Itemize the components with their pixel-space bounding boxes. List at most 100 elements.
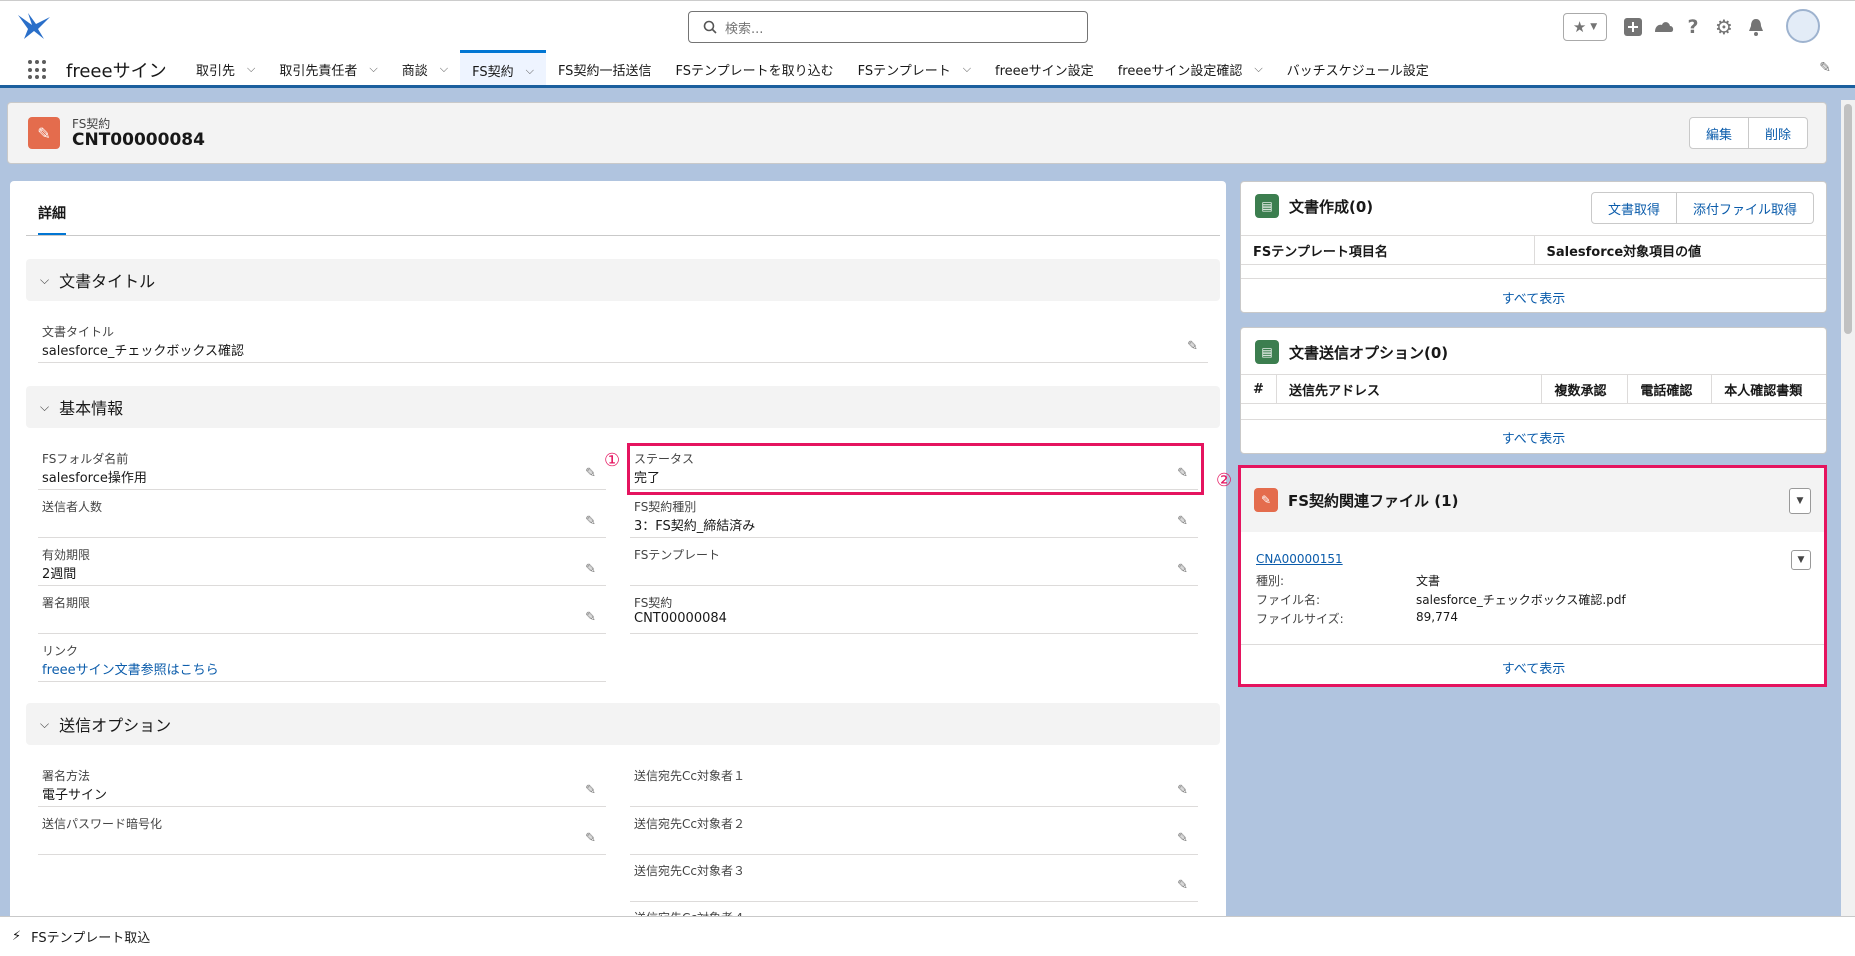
nav-item-settings-check[interactable]: freeeサイン設定確認 ⌵ [1106, 50, 1275, 88]
app-navigation: freeeサイン 取引先 ⌵ 取引先責任者 ⌵ 商談 ⌵ FS契約 ⌵ FS契約一括送信… [0, 50, 1855, 88]
field-template: FSテンプレート ✎ [630, 542, 1198, 586]
divider [1241, 419, 1826, 420]
column-header[interactable]: FSテンプレート項目名 [1241, 236, 1535, 264]
freee-sign-doc-link[interactable]: freeeサイン文書参照はこちら [42, 659, 219, 678]
nav-tabs: 取引先 ⌵ 取引先責任者 ⌵ 商談 ⌵ FS契約 ⌵ FS契約一括送信 FSテンプレート… [184, 50, 1441, 88]
edit-button[interactable]: 編集 [1688, 117, 1749, 149]
column-header[interactable]: Salesforce対象項目の値 [1535, 236, 1827, 264]
column-header[interactable]: # [1241, 375, 1277, 403]
field-label: 署名期限 [42, 596, 91, 610]
user-avatar[interactable] [1786, 9, 1820, 43]
chevron-down-icon[interactable]: ⌵ [247, 62, 255, 76]
global-actions-plus-icon[interactable] [1622, 13, 1644, 41]
field-label: リンク [42, 644, 79, 658]
pencil-icon[interactable]: ✎ [1187, 339, 1198, 354]
nav-item-label: 取引先 [196, 63, 236, 79]
scrollbar-thumb[interactable] [1844, 104, 1852, 334]
section-basic-info[interactable]: ⌵ 基本情報 [26, 386, 1220, 428]
nav-item-opportunities[interactable]: 商談 ⌵ [390, 50, 460, 88]
divider [1241, 278, 1826, 279]
trailhead-icon[interactable] [1652, 13, 1676, 41]
get-attachment-button[interactable]: 添付ファイル取得 [1676, 192, 1814, 224]
section-label: 文書タイトル [59, 272, 156, 291]
field-value: CNT00000084 [634, 611, 727, 626]
section-send-options[interactable]: ⌵ 送信オプション [26, 703, 1220, 745]
document-icon: ▤ [1255, 194, 1279, 218]
pencil-icon[interactable]: ✎ [585, 783, 596, 798]
chevron-down-icon[interactable]: ⌵ [526, 64, 534, 78]
view-all-link[interactable]: すべて表示 [1241, 288, 1826, 307]
help-question-icon[interactable]: ? [1683, 13, 1703, 41]
field-label: 文書タイトル [42, 325, 115, 339]
nav-item-contacts[interactable]: 取引先責任者 ⌵ [267, 50, 389, 88]
global-header: 検索... ★ ▼ ? ⚙ [0, 0, 1855, 50]
pencil-icon[interactable]: ✎ [585, 831, 596, 846]
field-cc2: 送信宛先Cc対象者２ ✎ [630, 811, 1198, 855]
global-search-input[interactable]: 検索... [688, 11, 1088, 43]
pencil-icon[interactable]: ✎ [1177, 831, 1188, 846]
nav-item-label: FSテンプレートを取り込む [675, 63, 834, 79]
search-placeholder: 検索... [725, 21, 764, 37]
utility-item-template-import[interactable]: FSテンプレート取込 [31, 927, 150, 946]
column-header[interactable]: 複数承認 [1542, 375, 1629, 403]
pencil-icon[interactable]: ✎ [1177, 514, 1188, 529]
chevron-down-icon[interactable]: ⌵ [440, 62, 448, 76]
field-value: salesforce_チェックボックス確認 [42, 344, 244, 359]
get-document-button[interactable]: 文書取得 [1590, 192, 1677, 224]
pencil-icon[interactable]: ✎ [585, 562, 596, 577]
field-folder: FSフォルダ名前 salesforce操作用 ✎ [38, 446, 606, 490]
app-name: freeeサイン [66, 61, 167, 82]
doc-create-table-header: FSテンプレート項目名 Salesforce対象項目の値 [1241, 235, 1826, 265]
pencil-icon[interactable]: ✎ [1177, 562, 1188, 577]
column-header[interactable]: 送信先アドレス [1277, 375, 1543, 403]
tab-detail[interactable]: 詳細 [38, 203, 66, 236]
doc-create-actions: 文書取得 添付ファイル取得 [1590, 192, 1814, 224]
nav-item-fs-template[interactable]: FSテンプレート ⌵ [846, 50, 983, 88]
pencil-icon[interactable]: ✎ [1177, 783, 1188, 798]
chevron-down-icon[interactable]: ⌵ [369, 62, 377, 76]
pencil-icon[interactable]: ✎ [1177, 878, 1188, 893]
search-icon [703, 20, 717, 34]
app-launcher-icon[interactable] [28, 60, 48, 80]
nav-item-import-template[interactable]: FSテンプレートを取り込む [663, 50, 845, 88]
nav-item-bulk-send[interactable]: FS契約一括送信 [546, 50, 664, 88]
column-header[interactable]: 本人確認書類 [1712, 375, 1826, 403]
field-label: 有効期限 [42, 548, 91, 562]
nav-item-label: freeeサイン設定確認 [1117, 63, 1243, 79]
notification-bell-icon[interactable] [1745, 13, 1767, 41]
detail-panel: 詳細 ⌵ 文書タイトル 文書タイトル salesforce_チェックボックス確認 … [10, 181, 1226, 956]
setup-gear-icon[interactable]: ⚙ [1713, 13, 1735, 41]
chevron-down-icon[interactable]: ⌵ [1254, 62, 1262, 76]
section-label: 送信オプション [59, 716, 172, 735]
page-scrollbar[interactable] [1841, 100, 1855, 916]
column-header[interactable]: 電話確認 [1628, 375, 1713, 403]
nav-item-label: バッチスケジュール設定 [1286, 63, 1429, 79]
annotation-marker-2: ② [1216, 470, 1233, 491]
section-doc-title[interactable]: ⌵ 文書タイトル [26, 259, 1220, 301]
highlight-box-status [627, 443, 1204, 495]
view-all-link[interactable]: すべて表示 [1241, 428, 1826, 447]
delete-button[interactable]: 削除 [1748, 117, 1808, 149]
cloud-bird-logo-icon[interactable] [14, 9, 54, 43]
field-value: 電子サイン [42, 788, 108, 803]
tab-divider [26, 235, 1220, 236]
field-doc-title: 文書タイトル salesforce_チェックボックス確認 ✎ [38, 319, 1208, 363]
nav-item-label: FS契約 [472, 65, 514, 80]
favorites-star-icon[interactable]: ★ ▼ [1563, 13, 1607, 41]
chevron-down-icon[interactable]: ⌵ [963, 62, 971, 76]
field-sign-method: 署名方法 電子サイン ✎ [38, 763, 606, 807]
edit-nav-pencil-icon[interactable]: ✎ [1819, 60, 1831, 76]
send-options-card: ▤ 文書送信オプション(0) # 送信先アドレス 複数承認 電話確認 本人確認書… [1240, 327, 1827, 454]
pencil-icon[interactable]: ✎ [585, 514, 596, 529]
nav-item-sign-settings[interactable]: freeeサイン設定 [983, 50, 1106, 88]
nav-item-batch-schedule[interactable]: バッチスケジュール設定 [1275, 50, 1441, 88]
nav-item-fs-contract[interactable]: FS契約 ⌵ [460, 50, 546, 88]
pencil-icon[interactable]: ✎ [585, 466, 596, 481]
chevron-down-icon: ⌵ [40, 272, 50, 287]
highlight-box-related-files [1238, 465, 1827, 687]
send-options-table-header: # 送信先アドレス 複数承認 電話確認 本人確認書類 [1241, 374, 1826, 404]
field-link: リンク freeeサイン文書参照はこちら [38, 638, 606, 682]
pencil-icon[interactable]: ✎ [585, 610, 596, 625]
nav-item-accounts[interactable]: 取引先 ⌵ [184, 50, 267, 88]
field-password-enc: 送信パスワード暗号化 ✎ [38, 811, 606, 855]
